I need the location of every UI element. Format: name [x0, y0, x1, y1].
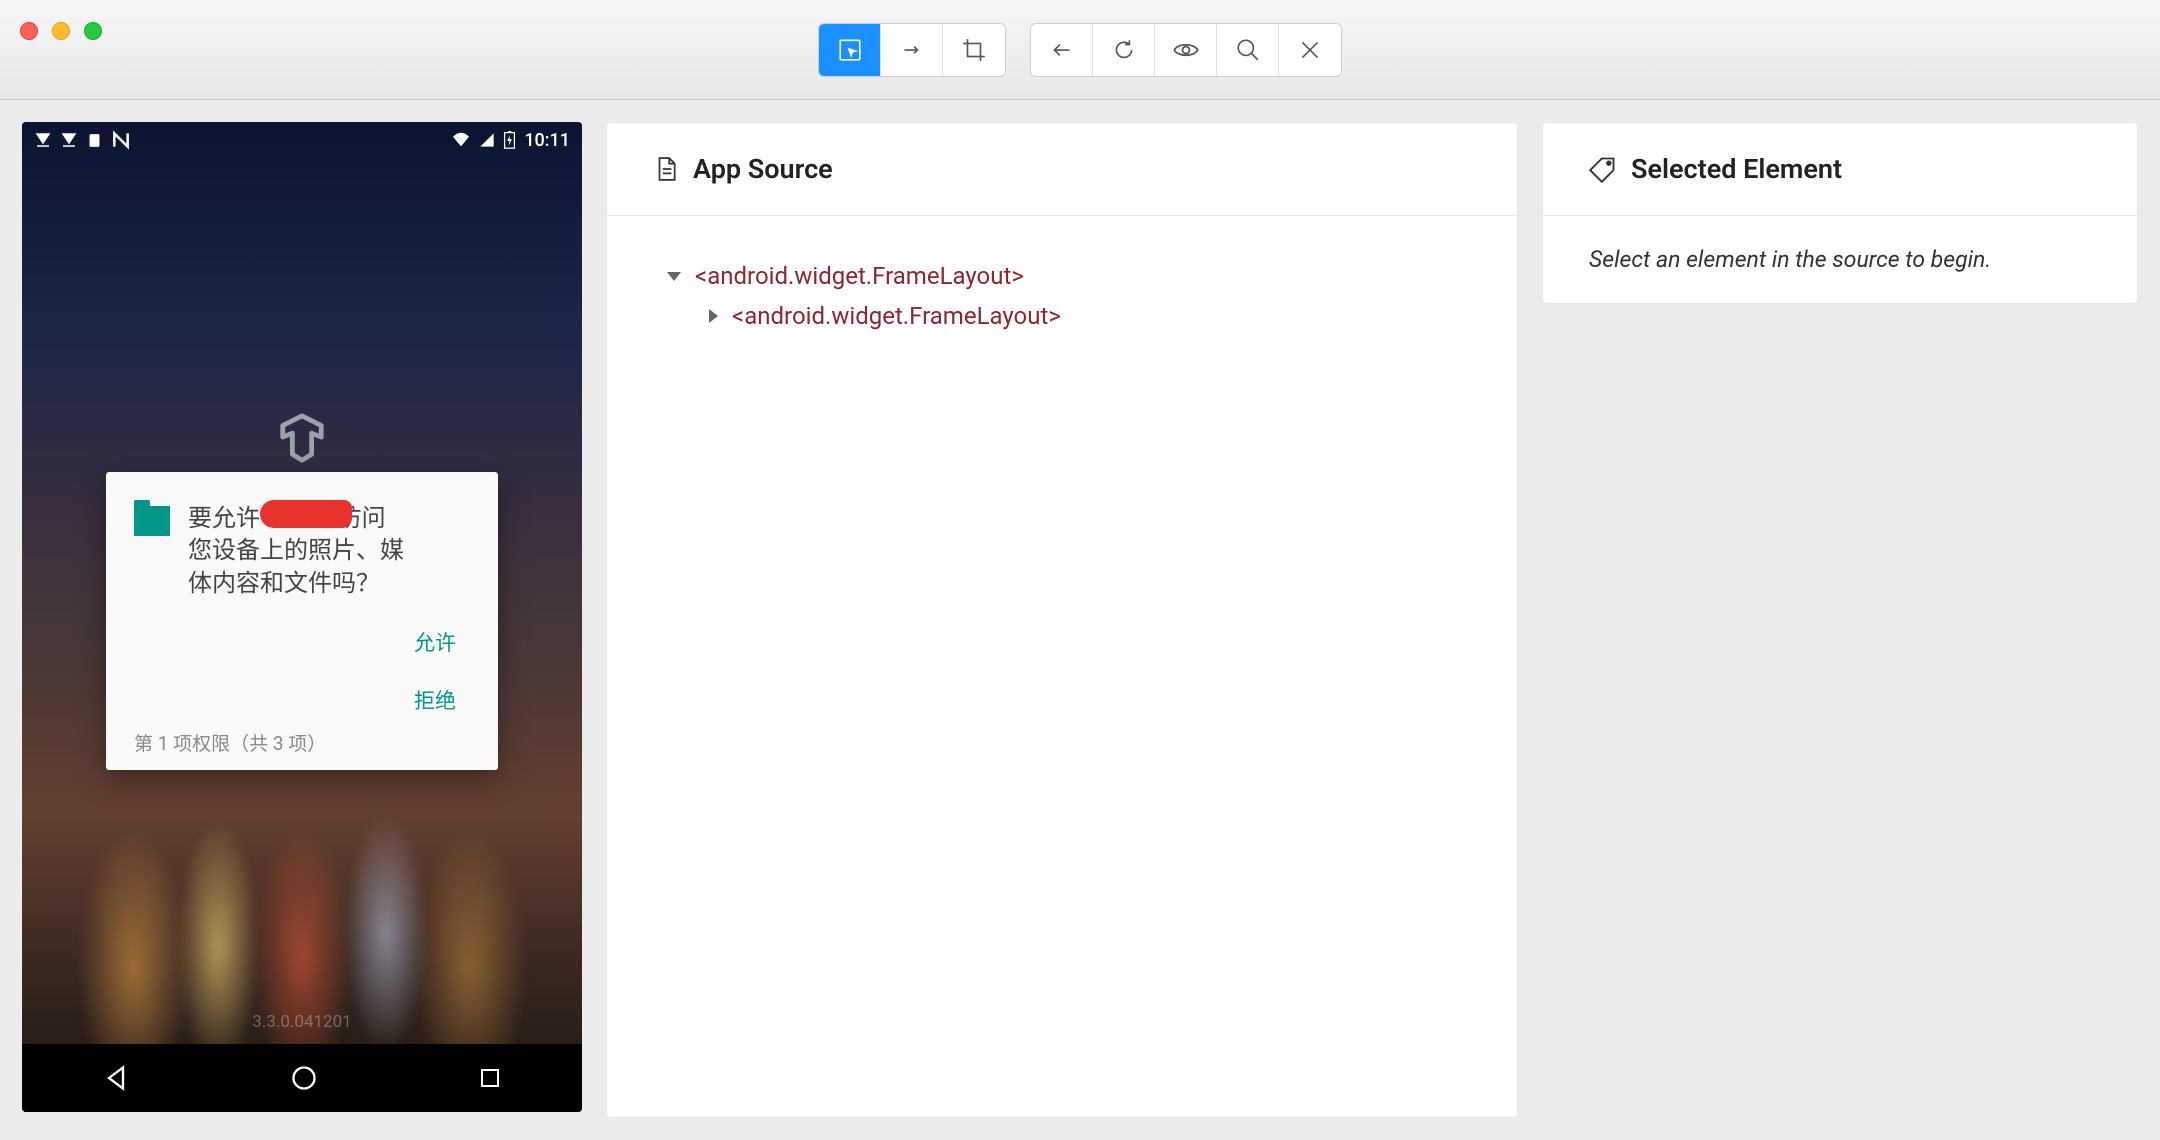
close-window-button[interactable] [20, 22, 38, 40]
app-source-title: App Source [693, 153, 833, 185]
permission-body: 要允许 动访问 您设备上的照片、媒 体内容和文件吗？ [134, 502, 470, 599]
nav-back-icon[interactable] [102, 1064, 130, 1092]
selected-element-title: Selected Element [1631, 153, 1842, 185]
action-button-group [1030, 23, 1342, 77]
file-icon [653, 156, 679, 182]
mode-button-group [818, 23, 1006, 77]
folder-icon [134, 506, 170, 536]
crop-icon [961, 37, 987, 63]
android-nav-bar [22, 1044, 582, 1112]
signal-icon [479, 132, 495, 148]
permission-line2: 您设备上的照片、媒 [188, 536, 404, 564]
tap-coordinates-button[interactable] [943, 24, 1005, 76]
swipe-button[interactable] [881, 24, 943, 76]
selected-element-panel: Selected Element Select an element in th… [1542, 122, 2138, 304]
selected-element-placeholder: Select an element in the source to begin… [1543, 216, 2137, 303]
permission-text: 要允许 动访问 您设备上的照片、媒 体内容和文件吗？ [188, 502, 404, 599]
back-button[interactable] [1031, 24, 1093, 76]
select-element-button[interactable] [819, 24, 881, 76]
refresh-button[interactable] [1093, 24, 1155, 76]
app-source-panel: App Source <android.widget.FrameLayout> … [606, 122, 1518, 1118]
search-icon [1235, 37, 1261, 63]
sim-icon [86, 132, 103, 149]
traffic-lights [20, 22, 102, 40]
permission-line3: 体内容和文件吗？ [188, 569, 380, 597]
status-right-icons: 10:11 [451, 130, 570, 151]
status-time: 10:11 [524, 130, 570, 151]
nav-recent-icon[interactable] [478, 1066, 502, 1090]
version-text: 3.3.0.041201 [252, 1012, 351, 1032]
app-logo [273, 412, 331, 468]
tag-icon [1589, 155, 1617, 183]
tree-row-root[interactable]: <android.widget.FrameLayout> [667, 256, 1457, 296]
permission-line1a: 要允许 [188, 504, 260, 532]
arrow-left-icon [1049, 37, 1075, 63]
nav-home-icon[interactable] [290, 1064, 318, 1092]
minimize-window-button[interactable] [52, 22, 70, 40]
device-screenshot-panel[interactable]: 10:11 要允许 动访问 您设备上的照片、媒 体内容和文件吗？ 允许 拒 [22, 122, 582, 1112]
deny-button[interactable]: 拒绝 [400, 675, 470, 725]
selected-element-header: Selected Element [1543, 123, 2137, 216]
close-icon [1297, 37, 1323, 63]
tree-row-child[interactable]: <android.widget.FrameLayout> [667, 296, 1457, 336]
source-tree: <android.widget.FrameLayout> <android.wi… [607, 216, 1517, 376]
maximize-window-button[interactable] [84, 22, 102, 40]
permission-dialog: 要允许 动访问 您设备上的照片、媒 体内容和文件吗？ 允许 拒绝 第 1 项权限… [106, 472, 498, 770]
redaction-mark [260, 500, 352, 528]
app-source-header: App Source [607, 123, 1517, 216]
toolbar [818, 23, 1342, 77]
status-left-icons [34, 130, 131, 150]
quit-button[interactable] [1279, 24, 1341, 76]
tree-node-child: <android.widget.FrameLayout> [732, 302, 1061, 330]
permission-counter: 第 1 项权限（共 3 项） [134, 729, 470, 756]
search-button[interactable] [1217, 24, 1279, 76]
eye-icon [1172, 36, 1200, 64]
tree-toggle-open[interactable] [667, 272, 681, 281]
allow-button[interactable]: 允许 [400, 617, 470, 667]
reload-icon [1111, 37, 1137, 63]
window-titlebar [0, 0, 2160, 100]
select-box-icon [837, 37, 863, 63]
recording-button[interactable] [1155, 24, 1217, 76]
tree-node-root: <android.widget.FrameLayout> [695, 262, 1024, 290]
main-content: 10:11 要允许 动访问 您设备上的照片、媒 体内容和文件吗？ 允许 拒 [0, 100, 2160, 1140]
arrow-right-icon [899, 37, 925, 63]
battery-icon [503, 131, 516, 149]
n-icon [111, 130, 131, 150]
nav-down-icon [60, 131, 78, 149]
tree-toggle-closed[interactable] [709, 309, 718, 323]
nav-down-icon [34, 131, 52, 149]
wifi-icon [451, 132, 471, 148]
permission-actions: 允许 拒绝 [134, 617, 470, 725]
logo-icon [273, 412, 331, 464]
android-status-bar: 10:11 [22, 122, 582, 158]
